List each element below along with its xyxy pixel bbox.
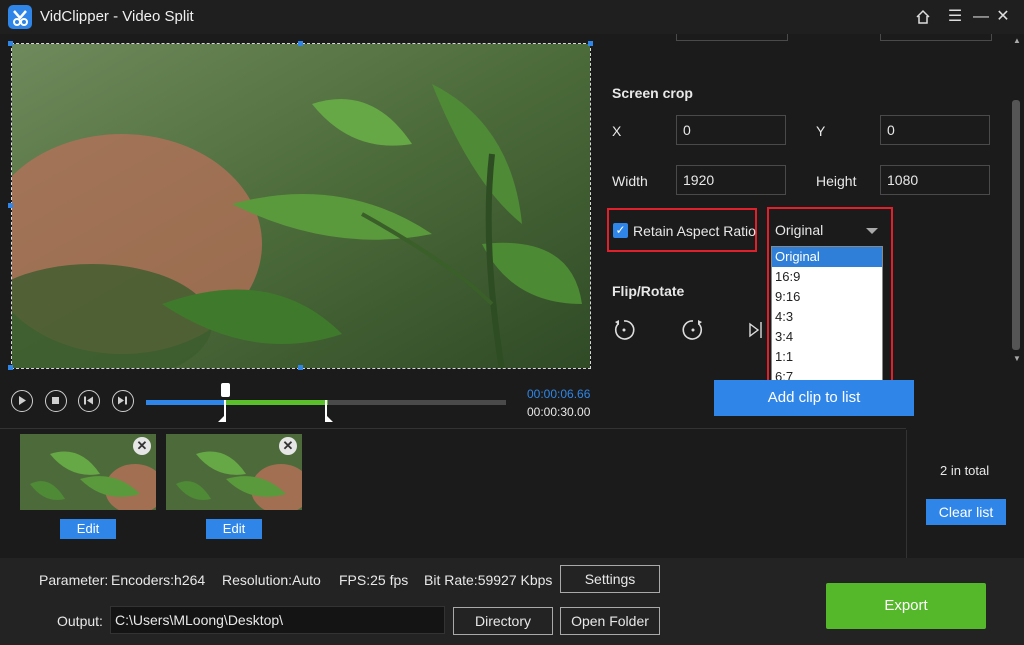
remove-clip-2-icon[interactable]: ✕ xyxy=(279,437,297,455)
directory-button[interactable]: Directory xyxy=(453,607,553,635)
scroll-down-icon[interactable]: ▼ xyxy=(1013,354,1021,363)
total-time: 00:00:30.00 xyxy=(527,405,591,419)
app-logo xyxy=(8,5,32,29)
remove-clip-1-icon[interactable]: ✕ xyxy=(133,437,151,455)
y-input[interactable]: 0 xyxy=(880,115,990,145)
width-input[interactable]: 1920 xyxy=(676,165,786,195)
next-frame-button[interactable] xyxy=(112,390,134,412)
fps-value: FPS:25 fps xyxy=(339,572,409,588)
width-label: Width xyxy=(612,173,648,189)
aspect-ratio-value: Original xyxy=(775,222,824,238)
clip-count: 2 in total xyxy=(940,463,990,478)
menu-icon[interactable]: ☰ xyxy=(944,6,966,28)
ratio-option-9-16[interactable]: 9:16 xyxy=(772,287,882,307)
crop-handle-top[interactable] xyxy=(298,41,303,46)
flip-rotate-heading: Flip/Rotate xyxy=(612,283,685,299)
timeline-progress xyxy=(146,400,224,405)
edit-clip-2-button[interactable]: Edit xyxy=(206,519,262,539)
window-title: VidClipper - Video Split xyxy=(40,8,194,25)
ratio-option-1-1[interactable]: 1:1 xyxy=(772,347,882,367)
clear-list-button[interactable]: Clear list xyxy=(926,499,1006,525)
selection-end-handle[interactable] xyxy=(323,400,333,427)
export-button[interactable]: Export xyxy=(826,583,986,629)
height-label: Height xyxy=(816,173,857,189)
crop-handle-top-left[interactable] xyxy=(8,41,13,46)
parameter-label: Parameter: xyxy=(39,572,109,588)
ratio-option-16-9[interactable]: 16:9 xyxy=(772,267,882,287)
scroll-up-icon[interactable]: ▲ xyxy=(1013,36,1021,45)
partial-field xyxy=(676,34,788,41)
current-time: 00:00:06.66 xyxy=(527,387,591,401)
open-folder-button[interactable]: Open Folder xyxy=(560,607,660,635)
add-clip-button[interactable]: Add clip to list xyxy=(714,380,914,416)
panel-scrollbar[interactable] xyxy=(1012,100,1020,350)
selection-start-handle[interactable] xyxy=(218,400,228,427)
home-icon[interactable] xyxy=(912,6,934,28)
previous-frame-button[interactable] xyxy=(78,390,100,412)
chevron-down-icon xyxy=(865,223,879,239)
height-input[interactable]: 1080 xyxy=(880,165,990,195)
x-input[interactable]: 0 xyxy=(676,115,786,145)
crop-handle-left[interactable] xyxy=(8,203,13,208)
aspect-ratio-select[interactable]: Original xyxy=(771,214,883,246)
resolution-value: Resolution:Auto xyxy=(222,572,321,588)
y-label: Y xyxy=(816,123,826,139)
output-path-input[interactable]: C:\Users\MLoong\Desktop\ xyxy=(110,606,445,634)
ratio-option-3-4[interactable]: 3:4 xyxy=(772,327,882,347)
clip-summary-panel xyxy=(906,430,1024,558)
crop-handle-top-right[interactable] xyxy=(588,41,593,46)
video-preview[interactable] xyxy=(11,43,591,369)
bitrate-value: Bit Rate:59927 Kbps xyxy=(424,572,553,588)
flip-horizontal-icon[interactable] xyxy=(748,320,768,345)
edit-clip-1-button[interactable]: Edit xyxy=(60,519,116,539)
retain-aspect-checkbox[interactable]: ✓ xyxy=(613,223,628,238)
playhead-marker[interactable] xyxy=(221,383,230,397)
close-window-icon[interactable]: ✕ xyxy=(992,6,1014,28)
rotate-left-icon[interactable] xyxy=(612,318,636,347)
encoders-value: Encoders:h264 xyxy=(111,572,206,588)
crop-handle-bottom-left[interactable] xyxy=(8,365,13,370)
stop-button[interactable] xyxy=(45,390,67,412)
minimize-icon[interactable]: — xyxy=(970,6,992,28)
ratio-option-original[interactable]: Original xyxy=(772,247,882,267)
output-label: Output: xyxy=(57,613,103,629)
retain-aspect-label[interactable]: Retain Aspect Ratio xyxy=(633,223,756,239)
partial-field xyxy=(880,34,992,41)
crop-handle-bottom[interactable] xyxy=(298,365,303,370)
x-label: X xyxy=(612,123,622,139)
screen-crop-heading: Screen crop xyxy=(612,85,693,101)
settings-button[interactable]: Settings xyxy=(560,565,660,593)
timeline-selection xyxy=(224,400,328,405)
aspect-ratio-options: Original 16:9 9:16 4:3 3:4 1:1 6:7 xyxy=(771,246,883,386)
play-button[interactable] xyxy=(11,390,33,412)
ratio-option-4-3[interactable]: 4:3 xyxy=(772,307,882,327)
rotate-right-icon[interactable] xyxy=(681,318,705,347)
